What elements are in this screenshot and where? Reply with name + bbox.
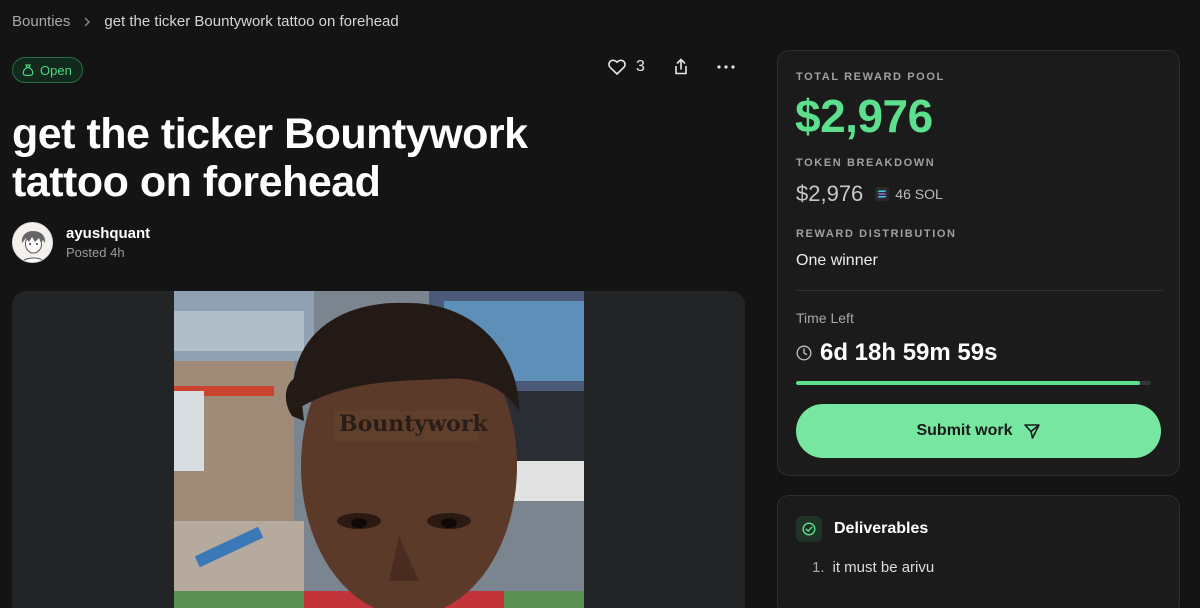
check-circle-icon — [796, 516, 822, 542]
time-left-label: Time Left — [796, 310, 854, 326]
send-icon — [1023, 424, 1040, 439]
reward-pool-amount: $2,976 — [795, 90, 933, 142]
share-icon — [675, 58, 687, 75]
time-progress-fill — [796, 381, 1141, 385]
status-label: Open — [40, 62, 72, 78]
breadcrumb-current: get the ticker Bountywork tattoo on fore… — [104, 13, 399, 30]
breadcrumb: Bounties get the ticker Bountywork tatto… — [12, 13, 399, 30]
page-title: get the ticker Bountywork tattoo on fore… — [12, 110, 528, 206]
token-breakdown: $2,976 46 SOL — [796, 181, 943, 207]
status-badge: Open — [12, 57, 83, 83]
like-count: 3 — [636, 58, 645, 75]
breadcrumb-bounties-link[interactable]: Bounties — [12, 13, 70, 30]
author-text: ayushquant Posted 4h — [66, 225, 150, 260]
bounty-media-card: Bountywork — [12, 291, 745, 608]
deliverables-card: Deliverables 1. it must be arivu — [777, 495, 1180, 608]
list-item-text: it must be arivu — [832, 559, 935, 576]
reward-pool-label: TOTAL REWARD POOL — [796, 71, 945, 83]
breakdown-token: 46 SOL — [895, 186, 943, 202]
more-options-button[interactable] — [717, 65, 735, 69]
bounty-image[interactable]: Bountywork — [174, 291, 584, 608]
avatar[interactable] — [12, 222, 53, 263]
like-button[interactable]: 3 — [608, 58, 645, 76]
tattoo-text: Bountywork — [339, 411, 488, 437]
submit-work-button[interactable]: Submit work — [796, 404, 1161, 458]
deliverables-header: Deliverables — [796, 516, 928, 542]
reward-card: TOTAL REWARD POOL $2,976 TOKEN BREAKDOWN… — [777, 50, 1180, 476]
solana-icon — [875, 187, 890, 201]
time-progress-bar — [796, 381, 1151, 385]
reward-distribution-label: REWARD DISTRIBUTION — [796, 228, 957, 240]
avatar-illustration — [13, 223, 52, 262]
more-icon — [717, 65, 735, 69]
sol-chip: 46 SOL — [875, 186, 943, 202]
breakdown-usd: $2,976 — [796, 181, 864, 206]
heart-icon — [608, 59, 626, 75]
time-left-value: 6d 18h 59m 59s — [820, 339, 998, 366]
list-item: 1. it must be arivu — [812, 559, 934, 576]
bounty-actions: 3 — [608, 58, 735, 76]
share-button[interactable] — [673, 58, 689, 76]
deliverables-title: Deliverables — [834, 520, 929, 537]
countdown-timer: 6d 18h 59m 59s — [796, 339, 997, 367]
list-item-number: 1. — [812, 559, 825, 576]
posted-time: Posted 4h — [66, 245, 125, 260]
reward-distribution-value: One winner — [796, 252, 878, 269]
chevron-right-icon — [84, 17, 91, 26]
clock-icon — [796, 345, 812, 361]
deliverables-list: 1. it must be arivu — [812, 559, 934, 576]
submit-work-label: Submit work — [916, 422, 1013, 439]
token-breakdown-label: TOKEN BREAKDOWN — [796, 157, 936, 169]
money-bag-icon — [22, 63, 34, 76]
author-info[interactable]: ayushquant Posted 4h — [12, 222, 150, 263]
author-name[interactable]: ayushquant — [66, 225, 150, 242]
divider — [796, 290, 1163, 291]
